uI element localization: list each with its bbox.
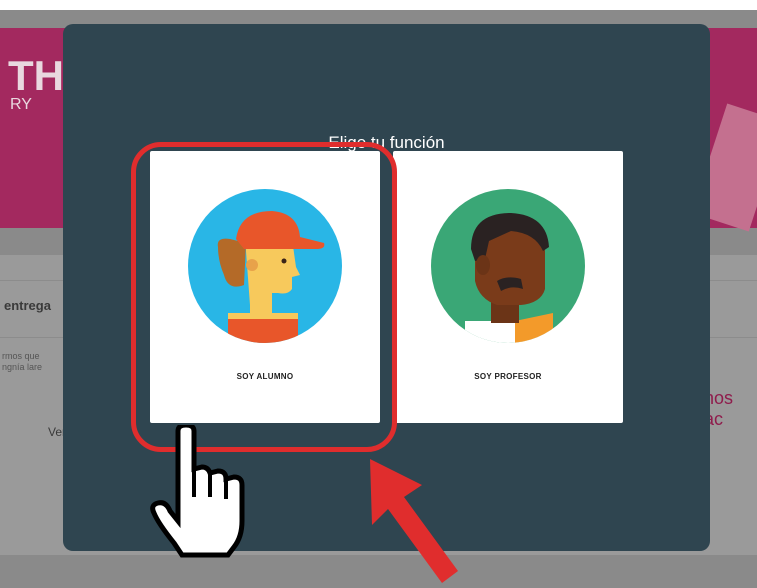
teacher-role-label: SOY PROFESOR [474,372,542,381]
section-label: entrega [4,298,51,313]
background-text: nos ac [704,388,734,429]
selection-highlight-outline [131,142,397,452]
top-strip [0,0,757,10]
course-subtitle: RY [10,96,32,113]
teacher-role-card[interactable]: SOY PROFESOR [393,151,623,423]
pointer-hand-icon [150,425,245,558]
pointer-arrow-icon [370,459,458,583]
teacher-avatar-icon [431,189,585,343]
section-description: rmos que ngnía lare [2,351,43,372]
